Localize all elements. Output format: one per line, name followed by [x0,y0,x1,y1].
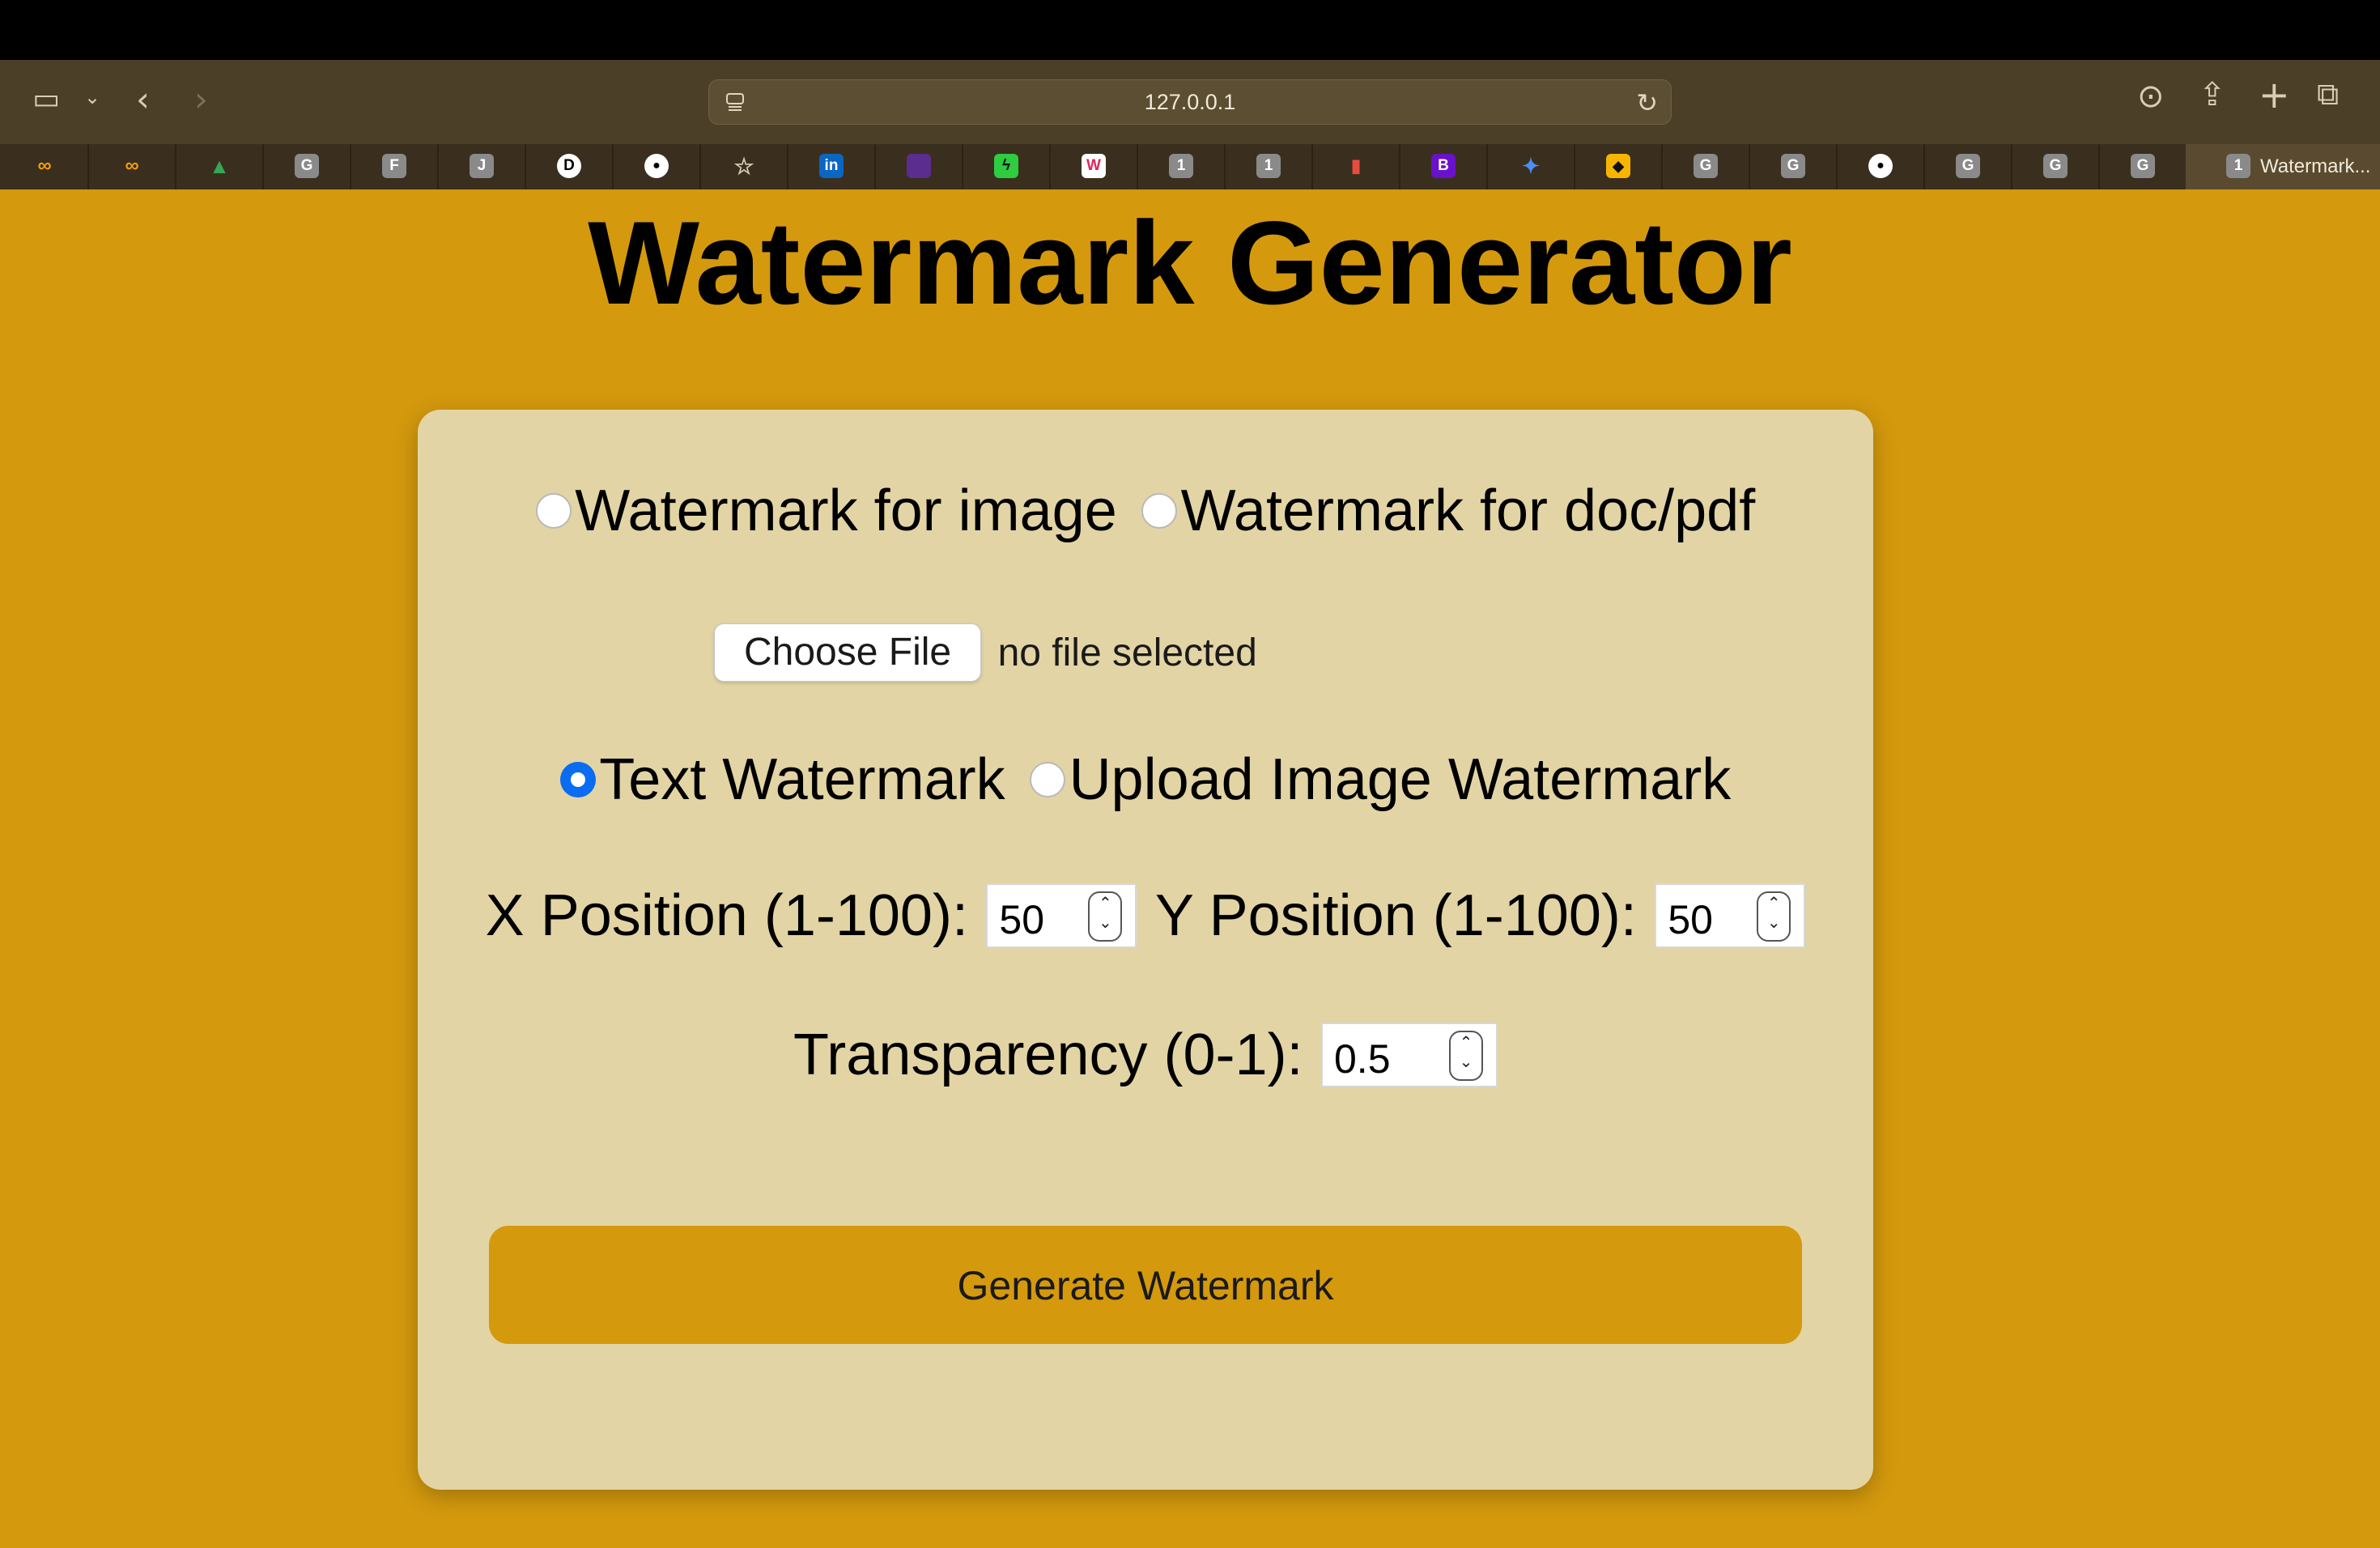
watermark-form: Watermark for image Watermark for doc/pd… [418,410,1873,1490]
colab-icon: ∞ [125,155,139,176]
tab-badge-icon: 1 [1169,154,1193,178]
mode-radio-image[interactable] [535,493,572,529]
x-position-value: 50 [999,897,1045,942]
tab-badge-icon: G [2131,154,2155,178]
tab-badge-icon: G [2043,154,2068,178]
sparkle-icon: ✦ [1522,153,1540,178]
type-label-image[interactable]: Upload Image Watermark [1069,747,1732,812]
type-row: Text Watermark Upload Image Watermark [418,746,1873,813]
tab-badge-icon: B [1431,154,1456,178]
tab[interactable]: ✦ [1486,144,1575,189]
tab[interactable]: 1 [1224,144,1313,189]
mode-radio-doc[interactable] [1141,493,1178,529]
spinner-icon[interactable]: ⌃ ⌄ [1757,891,1791,942]
back-icon[interactable]: ‹ [136,79,150,119]
download-icon[interactable]: ⊙ [2137,78,2165,115]
tab[interactable]: G [1923,144,2012,189]
type-radio-text[interactable] [559,762,596,797]
tab[interactable]: ϟ [962,144,1051,189]
spinner-icon[interactable]: ⌃ ⌄ [1088,891,1123,942]
reload-icon[interactable]: ↻ [1636,87,1658,118]
page-title: Watermark Generator [588,197,1792,329]
tab-badge-icon: 1 [1256,154,1281,178]
forward-icon[interactable]: › [194,79,208,119]
coloring-icon [907,154,931,178]
tab[interactable]: ▮ [1311,144,1400,189]
mode-label-image[interactable]: Watermark for image [575,478,1116,543]
y-position-label: Y Position (1-100): [1154,883,1637,948]
tab[interactable]: W [1049,144,1138,189]
tab[interactable]: in [787,144,876,189]
x-position-label: X Position (1-100): [485,883,968,948]
tab-badge-icon: G [1694,154,1718,178]
tab-badge-icon: G [295,154,319,178]
address-bar[interactable]: 127.0.0.1 ↻ [708,79,1672,125]
choose-file-button[interactable]: Choose File [714,623,982,682]
active-tab-title: Watermark... [2260,155,2371,177]
tab[interactable]: G [2011,144,2100,189]
tab[interactable]: B [1399,144,1488,189]
generate-watermark-button[interactable]: Generate Watermark [489,1226,1802,1344]
colab-icon: ∞ [37,155,52,176]
tab[interactable]: ▲ [175,144,264,189]
type-radio-image[interactable] [1030,762,1066,797]
star-icon: ☆ [733,153,754,179]
tab[interactable]: G [262,144,351,189]
tab-strip: ∞ ∞ ▲ G F J D ● ☆ in ϟ W 1 1 ▮ B ✦ ◆ G G… [0,144,2380,189]
tab-badge-icon: 1 [2226,154,2250,178]
tab[interactable]: 1 [1137,144,1226,189]
mode-label-doc[interactable]: Watermark for doc/pdf [1181,478,1756,543]
tab-badge-icon: G [1956,154,1980,178]
tab[interactable]: F [350,144,439,189]
tab[interactable]: G [2098,144,2187,189]
tab[interactable]: ● [1836,144,1925,189]
chevron-down-icon[interactable]: ⌄ [84,86,100,108]
github-icon: ● [1868,154,1893,178]
y-position-value: 50 [1668,897,1713,942]
spinner-icon[interactable]: ⌃ ⌄ [1449,1031,1483,1081]
tab[interactable]: G [1661,144,1750,189]
bolt-icon: ϟ [994,154,1018,178]
bar-chart-icon: ▮ [1350,155,1362,176]
layers-icon: ◆ [1606,154,1630,178]
mode-row: Watermark for image Watermark for doc/pd… [418,478,1873,544]
transparency-value: 0.5 [1334,1036,1391,1082]
tab-badge-icon: D [557,154,581,178]
tab[interactable]: D [525,144,614,189]
drive-icon: ▲ [209,153,230,178]
tab-overview-icon[interactable]: ⧉ [2317,76,2339,113]
tab-badge-icon: J [470,154,494,178]
w-icon: W [1082,154,1106,178]
position-row: X Position (1-100): 50 ⌃ ⌄ Y Position (1-… [418,882,1873,949]
x-position-input[interactable]: 50 ⌃ ⌄ [986,883,1137,948]
tab[interactable]: ∞ [0,144,89,189]
sidebar-toggle-icon[interactable]: ▭ [32,83,60,116]
github-icon: ● [644,154,669,178]
active-tab[interactable]: 1 Watermark... [2186,144,2380,189]
tab[interactable]: ● [612,144,701,189]
transparency-row: Transparency (0-1): 0.5 ⌃ ⌄ [418,1022,1873,1088]
tab[interactable]: J [437,144,526,189]
transparency-label: Transparency (0-1): [793,1023,1303,1087]
y-position-input[interactable]: 50 ⌃ ⌄ [1655,883,1806,948]
tab[interactable] [874,144,963,189]
tab[interactable]: ◆ [1574,144,1663,189]
tab-badge-icon: G [1781,154,1805,178]
tab-badge-icon: F [382,154,406,178]
linkedin-icon: in [819,154,844,178]
new-tab-icon[interactable]: + [2259,73,2290,117]
address-text: 127.0.0.1 [1144,90,1236,114]
transparency-input[interactable]: 0.5 ⌃ ⌄ [1321,1023,1498,1087]
tab[interactable]: ∞ [87,144,176,189]
tab[interactable]: ☆ [699,144,788,189]
type-label-text[interactable]: Text Watermark [599,747,1005,812]
file-status: no file selected [997,631,1257,674]
tab[interactable]: G [1749,144,1838,189]
file-row: Choose File no file selected [714,623,1257,682]
system-menu-bar [0,0,2380,60]
share-icon[interactable]: ⇪ [2199,76,2226,113]
